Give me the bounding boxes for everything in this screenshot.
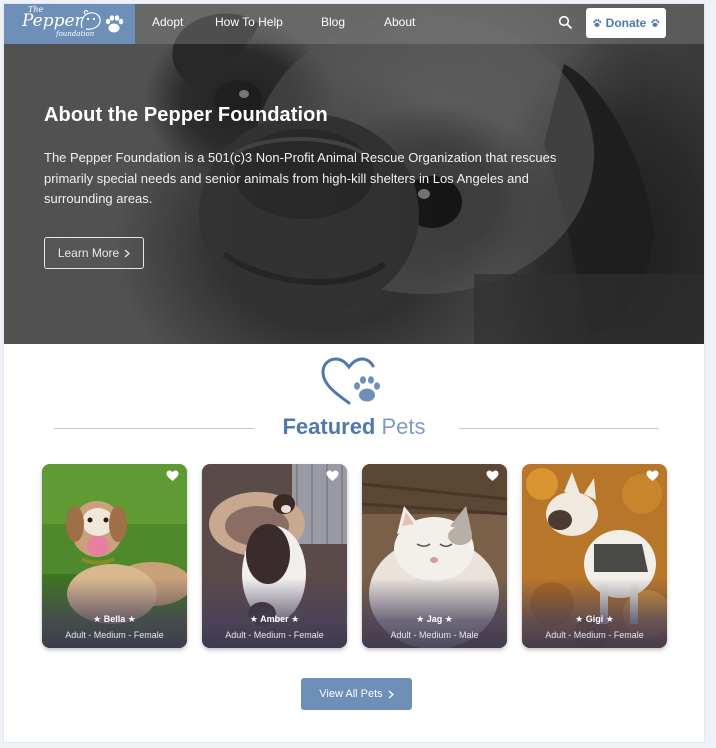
nav-about[interactable]: About — [384, 15, 415, 29]
paw-icon — [651, 19, 660, 27]
pet-name: ★ Amber ★ — [249, 614, 300, 624]
view-all-label: View All Pets — [319, 688, 383, 700]
dog-outline-icon — [80, 9, 101, 30]
chevron-right-icon — [124, 249, 131, 257]
featured-title-light: Pets — [381, 414, 426, 439]
heart-paw-icon — [321, 357, 380, 405]
pet-name: ★ Jag ★ — [416, 614, 453, 624]
pet-card-bella[interactable]: ★ Bella ★ Adult - Medium - Female — [42, 464, 187, 648]
pet-meta: Adult - Medium - Male — [390, 630, 479, 640]
paw-icon — [105, 15, 124, 33]
featured-pets-title: Featured Pets — [4, 414, 704, 440]
pet-meta: Adult - Medium - Female — [225, 630, 324, 640]
heart-icon[interactable] — [486, 470, 499, 482]
chevron-right-icon — [388, 690, 394, 698]
hero-banner: About the Pepper Foundation The Pepper F… — [4, 4, 704, 344]
donate-label: Donate — [605, 16, 647, 30]
pet-card-gigi[interactable]: ★ Gigi ★ Adult - Medium - Female — [522, 464, 667, 648]
donate-button[interactable]: Donate — [586, 8, 666, 38]
pet-card-jag[interactable]: ★ Jag ★ Adult - Medium - Male — [362, 464, 507, 648]
nav-adopt[interactable]: Adopt — [152, 15, 183, 29]
pet-name: ★ Bella ★ — [93, 614, 136, 624]
hero-title: About the Pepper Foundation — [44, 104, 328, 126]
nav-how-to-help[interactable]: How To Help — [215, 15, 283, 29]
pet-name: ★ Gigi ★ — [575, 614, 614, 624]
learn-more-button[interactable]: Learn More — [44, 237, 144, 269]
page: About the Pepper Foundation The Pepper F… — [4, 4, 704, 742]
heart-icon[interactable] — [166, 470, 179, 482]
divider-right — [459, 428, 659, 429]
pet-meta: Adult - Medium - Female — [545, 630, 644, 640]
paw-icon — [592, 19, 601, 27]
nav-blog[interactable]: Blog — [321, 15, 345, 29]
top-nav: The Pepper foundation Adopt How To Help … — [4, 4, 704, 44]
learn-more-label: Learn More — [57, 246, 120, 260]
featured-title-bold: Featured — [282, 414, 376, 439]
pepper-foundation-logo[interactable]: The Pepper foundation — [4, 4, 135, 44]
view-all-pets-button[interactable]: View All Pets — [301, 678, 412, 710]
hero-description: The Pepper Foundation is a 501(c)3 Non-P… — [44, 150, 557, 206]
heart-icon[interactable] — [646, 470, 659, 482]
search-icon[interactable] — [558, 15, 573, 30]
pet-card-amber[interactable]: ★ Amber ★ Adult - Medium - Female — [202, 464, 347, 648]
pet-meta: Adult - Medium - Female — [65, 630, 164, 640]
logo-pepper: Pepper — [22, 11, 83, 31]
heart-icon[interactable] — [326, 470, 339, 482]
